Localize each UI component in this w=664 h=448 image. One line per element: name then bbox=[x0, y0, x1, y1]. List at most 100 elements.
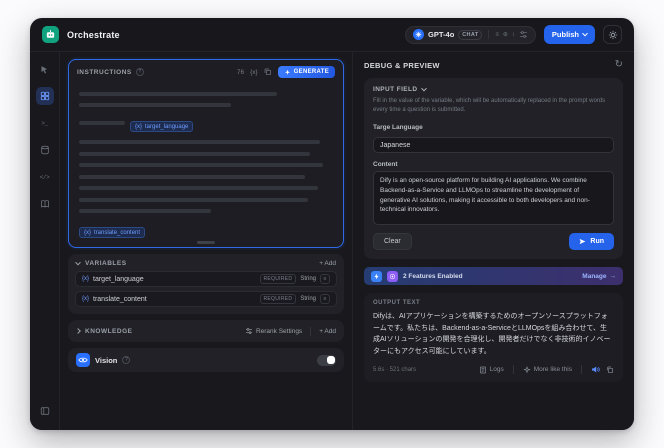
header: Orchestrate GPT-4o CHAT ≡ ⊕ ↕ Publish bbox=[30, 18, 634, 52]
variables-panel: VARIABLES + Add {x} target_language REQU… bbox=[68, 254, 344, 314]
chevron-down-icon[interactable] bbox=[75, 259, 81, 265]
collapse-sidebar-icon[interactable] bbox=[36, 402, 54, 420]
variable-token[interactable]: {x} target_language bbox=[130, 121, 194, 132]
logs-icon[interactable] bbox=[36, 141, 54, 159]
debug-preview-column: DEBUG & PREVIEW ↻ INPUT FIELD Fill in th… bbox=[352, 52, 634, 430]
settings-button[interactable] bbox=[603, 25, 622, 44]
content-textarea[interactable]: Dify is an open-source platform for buil… bbox=[373, 171, 614, 226]
feature-icon-blue bbox=[371, 270, 382, 282]
rerank-settings-button[interactable]: Rerank Settings bbox=[245, 327, 302, 335]
manage-features-button[interactable]: Manage → bbox=[582, 273, 616, 280]
debug-title: DEBUG & PREVIEW bbox=[364, 60, 440, 70]
copy-output-icon[interactable] bbox=[606, 366, 614, 374]
required-badge: REQUIRED bbox=[259, 294, 297, 304]
output-title: OUTPUT TEXT bbox=[373, 300, 421, 307]
skeleton-line bbox=[79, 186, 318, 190]
target-language-input[interactable] bbox=[373, 137, 614, 154]
skeleton-line bbox=[79, 121, 125, 126]
api-icon[interactable]: </> bbox=[36, 168, 54, 186]
app-logo-icon bbox=[42, 26, 59, 43]
skeleton-line bbox=[79, 197, 308, 202]
variable-insert-icon[interactable]: {x} bbox=[250, 69, 258, 76]
clear-button[interactable]: Clear bbox=[373, 233, 412, 251]
app-window: Orchestrate GPT-4o CHAT ≡ ⊕ ↕ Publish >_… bbox=[30, 18, 634, 430]
output-panel: OUTPUT TEXT Difyは、AIアプリケーションを構築するためのオープン… bbox=[364, 293, 623, 383]
generate-button[interactable]: GENERATE bbox=[277, 66, 335, 78]
divider bbox=[310, 326, 312, 336]
type-label: String bbox=[300, 296, 316, 302]
sparkle-icon bbox=[522, 365, 531, 374]
input-field-description: Fill in the value of the variable, which… bbox=[373, 98, 606, 114]
terminal-icon[interactable]: >_ bbox=[36, 114, 54, 132]
sparkle-icon bbox=[284, 69, 290, 75]
variable-settings-icon[interactable]: ≡ bbox=[320, 294, 330, 304]
variable-row[interactable]: {x} translate_content REQUIRED String ≡ bbox=[75, 291, 337, 307]
model-selector[interactable]: GPT-4o CHAT ≡ ⊕ ↕ bbox=[405, 25, 536, 44]
page-title: Orchestrate bbox=[67, 29, 120, 40]
output-text: Difyは、AIアプリケーションを構築するためのオープンソースプラットフォームで… bbox=[373, 313, 611, 355]
sliders-icon[interactable] bbox=[519, 30, 528, 39]
refresh-icon[interactable]: ↻ bbox=[615, 60, 623, 70]
skeleton-line bbox=[79, 140, 321, 144]
add-knowledge-button[interactable]: + Add bbox=[319, 328, 336, 335]
generate-label: GENERATE bbox=[293, 69, 329, 75]
instructions-panel: INSTRUCTIONS ? 76 {x} GENERATE {x} targe… bbox=[68, 59, 344, 248]
divider bbox=[512, 365, 514, 375]
chevron-down-icon bbox=[582, 30, 588, 36]
speaker-icon[interactable] bbox=[591, 365, 600, 374]
input-field-header[interactable]: INPUT FIELD bbox=[373, 85, 614, 93]
variable-settings-icon[interactable]: ≡ bbox=[320, 274, 330, 284]
vision-toggle[interactable] bbox=[317, 354, 336, 366]
model-param-icon-2[interactable]: ⊕ bbox=[503, 32, 508, 38]
arrow-right-icon: → bbox=[609, 272, 617, 280]
model-mode-badge: CHAT bbox=[458, 29, 483, 40]
eye-icon bbox=[76, 353, 90, 367]
vision-label: Vision bbox=[95, 355, 118, 365]
skeleton-line bbox=[79, 91, 278, 96]
more-like-this-button[interactable]: More like this bbox=[522, 365, 572, 374]
logs-button[interactable]: Logs bbox=[479, 366, 504, 374]
pill-divider bbox=[488, 30, 490, 39]
model-param-icon-1[interactable]: ≡ bbox=[495, 32, 499, 38]
chevron-right-icon[interactable] bbox=[75, 328, 81, 334]
variable-token[interactable]: {x} translate_content bbox=[79, 227, 146, 238]
x-token-icon: {x} bbox=[82, 276, 90, 282]
resize-handle[interactable] bbox=[197, 241, 215, 244]
field-label-content: Content bbox=[373, 161, 398, 169]
knowledge-title: KNOWLEDGE bbox=[85, 327, 133, 335]
skeleton-line bbox=[79, 151, 311, 156]
help-icon[interactable]: ? bbox=[135, 68, 144, 76]
char-count: 76 bbox=[236, 68, 245, 76]
skeleton-line bbox=[79, 174, 306, 179]
send-icon bbox=[579, 238, 586, 245]
copy-icon[interactable] bbox=[264, 68, 272, 76]
add-variable-button[interactable]: + Add bbox=[319, 260, 336, 267]
skeleton-line bbox=[79, 163, 323, 167]
docs-icon[interactable] bbox=[36, 195, 54, 213]
toggle-knob bbox=[326, 356, 335, 364]
type-label: String bbox=[300, 276, 316, 282]
help-icon[interactable]: ? bbox=[122, 356, 131, 364]
publish-label: Publish bbox=[551, 30, 579, 39]
model-name: GPT-4o bbox=[428, 30, 455, 39]
logs-icon bbox=[479, 366, 486, 374]
publish-button[interactable]: Publish bbox=[543, 25, 595, 44]
knowledge-panel: KNOWLEDGE Rerank Settings + Add bbox=[68, 320, 344, 342]
output-stats: 5.6s · 521 chars bbox=[373, 366, 417, 373]
left-icon-rail: >_ </> bbox=[30, 52, 60, 430]
prompt-editor[interactable]: {x} target_language {x} translate_content bbox=[69, 80, 343, 247]
features-bar: 2 Features Enabled Manage → bbox=[364, 267, 623, 286]
pointer-icon[interactable] bbox=[36, 60, 54, 78]
sidebar-item-orchestrate[interactable] bbox=[35, 87, 54, 105]
skeleton-line bbox=[79, 209, 212, 213]
run-button[interactable]: Run bbox=[569, 233, 614, 251]
model-param-icon-3[interactable]: ↕ bbox=[512, 32, 515, 38]
instructions-title: INSTRUCTIONS bbox=[77, 68, 132, 76]
variable-row[interactable]: {x} target_language REQUIRED String ≡ bbox=[75, 271, 337, 287]
skeleton-line bbox=[79, 103, 232, 107]
field-label-target-language: Targe Language bbox=[373, 123, 423, 131]
features-enabled-text: 2 Features Enabled bbox=[403, 272, 463, 280]
orchestrate-column: INSTRUCTIONS ? 76 {x} GENERATE {x} targe… bbox=[60, 52, 352, 430]
required-badge: REQUIRED bbox=[259, 274, 297, 284]
sliders-icon bbox=[245, 328, 252, 334]
